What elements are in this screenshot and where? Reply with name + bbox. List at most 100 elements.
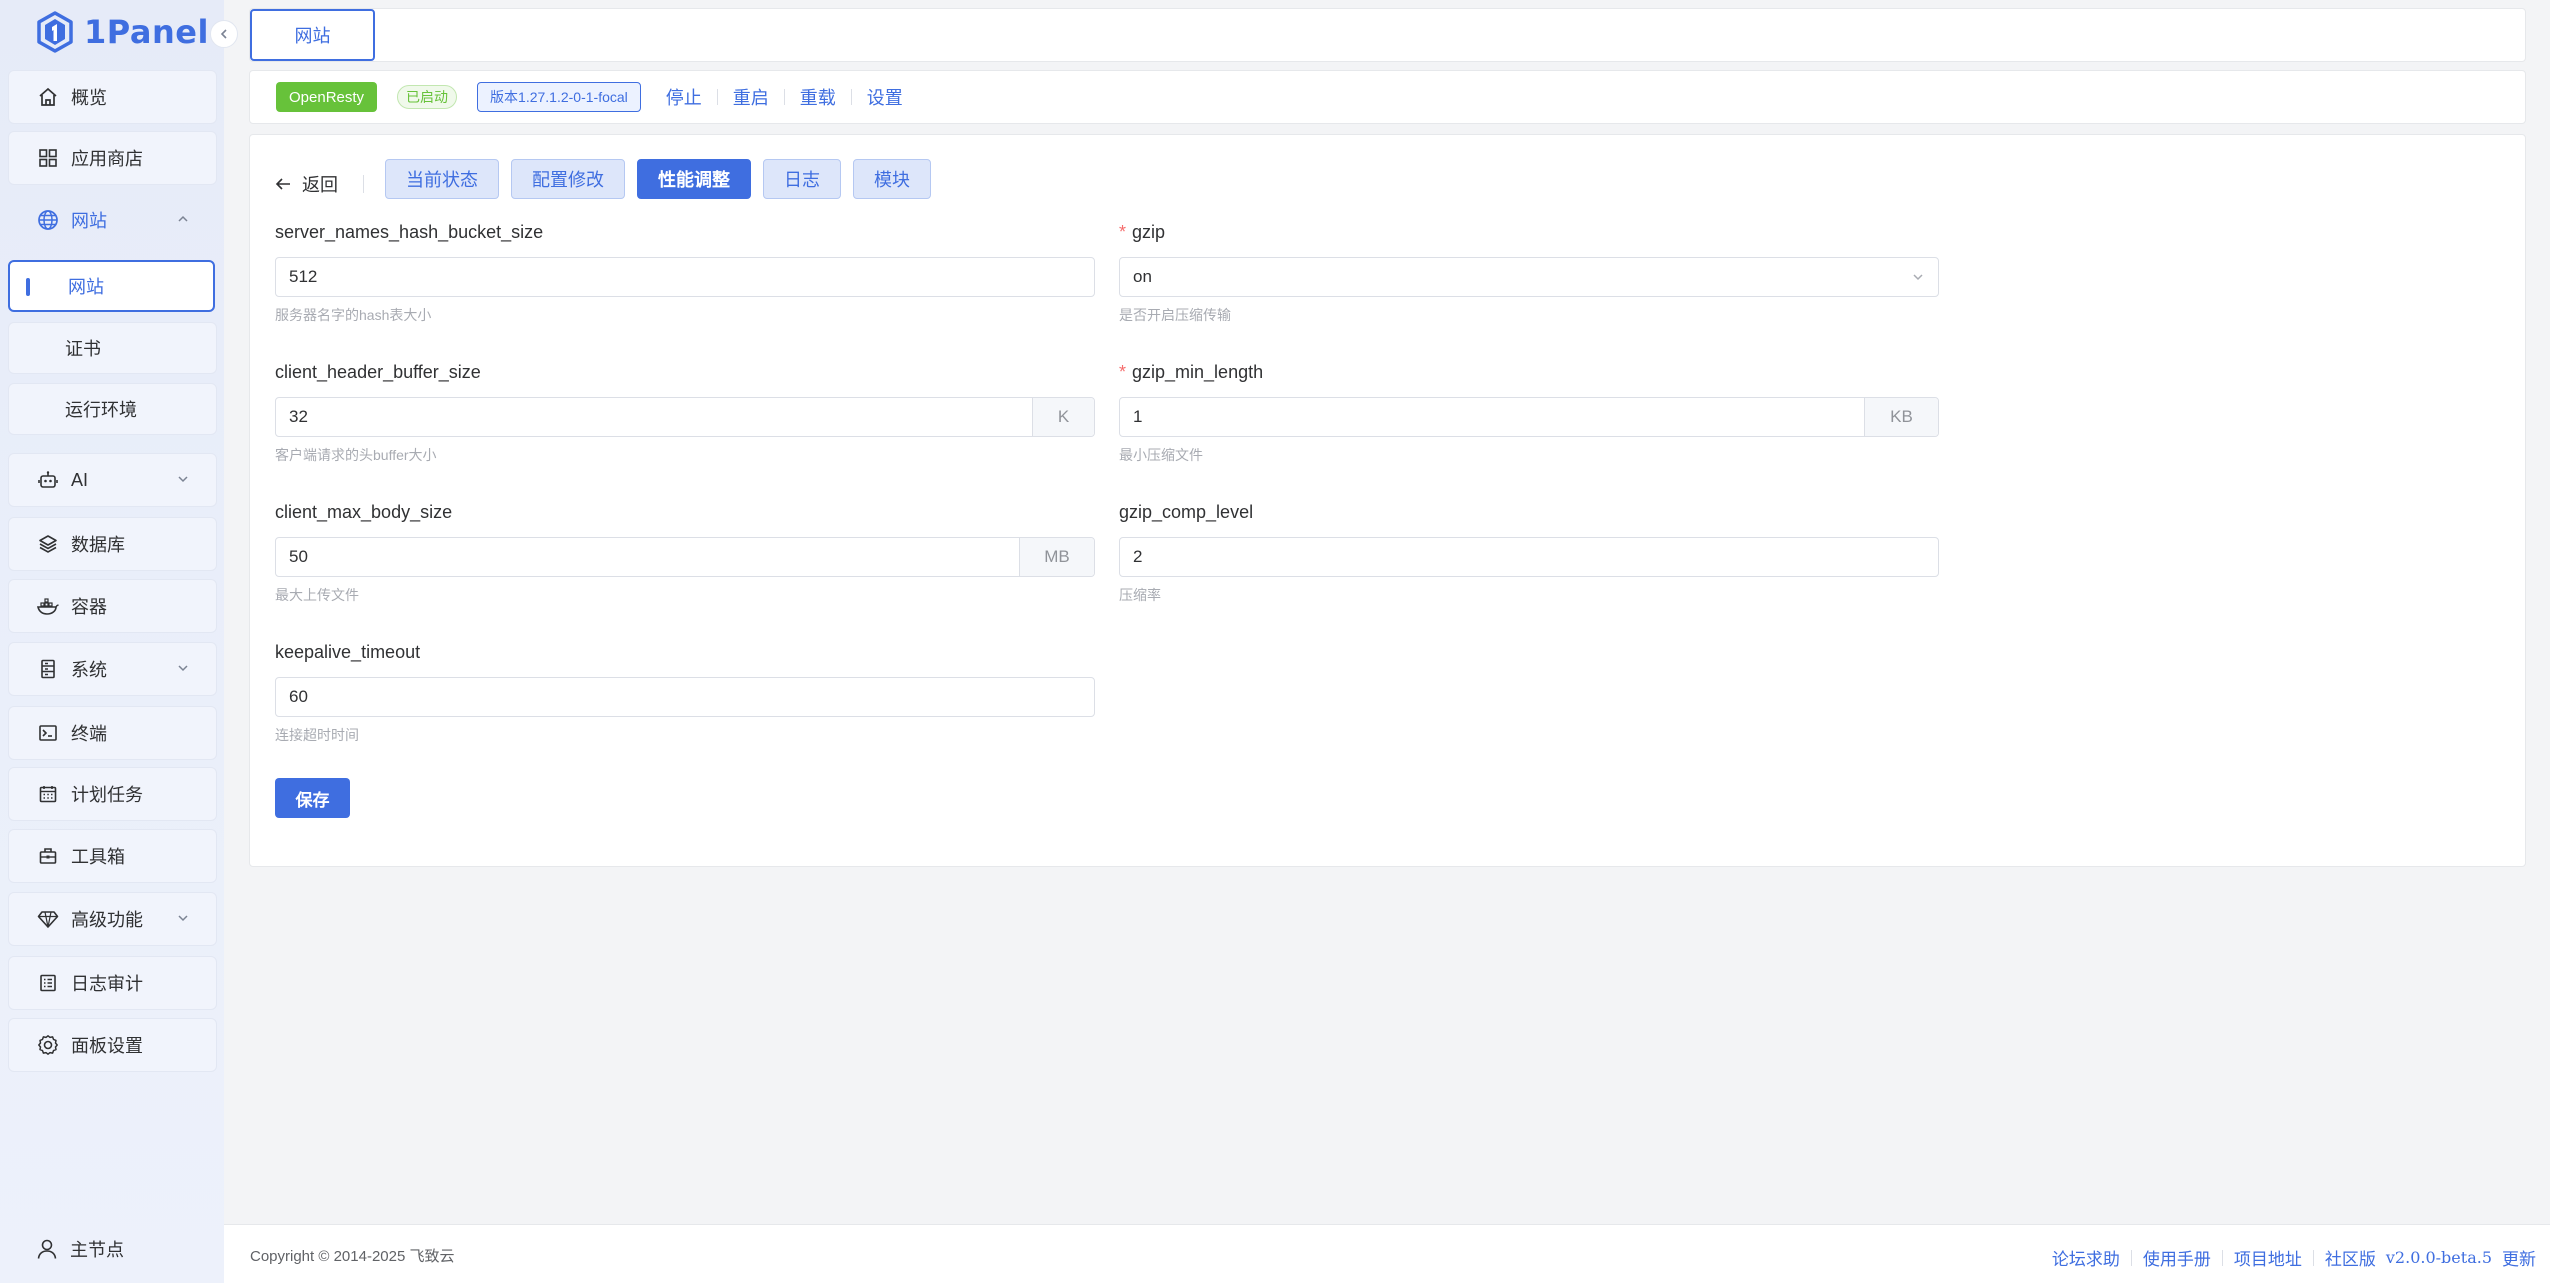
toolbox-icon (37, 845, 59, 867)
edition-link[interactable]: 社区版 (2325, 1245, 2376, 1270)
sidebar-item-label: 应用商店 (71, 149, 143, 169)
sidebar-item-label: 概览 (71, 88, 107, 108)
chevron-down-icon (178, 915, 188, 922)
sidebar-item-label: 运行环境 (65, 400, 137, 420)
sidebar-item-terminal[interactable]: 终端 (8, 706, 217, 760)
update-link[interactable]: 更新 (2502, 1245, 2536, 1270)
sidebar-item-website[interactable]: 网站 (8, 193, 217, 247)
app-status-bar: OpenResty 已启动 版本1.27.1.2-0-1-focal 停止 重启… (249, 70, 2526, 124)
sidebar-subitem-website[interactable]: 网站 (8, 260, 215, 312)
tab-config-edit[interactable]: 配置修改 (511, 159, 625, 199)
tab-website[interactable]: 网站 (250, 9, 375, 61)
logo[interactable]: 1Panel (36, 10, 209, 54)
reload-button[interactable]: 重载 (800, 84, 836, 110)
gzip-min-length-input[interactable] (1120, 398, 1864, 436)
divider (2221, 1249, 2223, 1266)
input-wrapper (275, 677, 1095, 717)
chevron-down-icon (178, 665, 188, 672)
divider (2312, 1249, 2314, 1266)
collapse-sidebar-button[interactable] (210, 20, 238, 48)
page-tab-bar: 网站 (249, 8, 2526, 62)
select-value: on (1133, 267, 1152, 286)
sidebar-item-cron[interactable]: 计划任务 (8, 767, 217, 821)
log-icon (37, 972, 59, 994)
sidebar-item-label: 网站 (68, 277, 104, 297)
field-help: 最大上传文件 (275, 587, 359, 603)
sidebar-item-audit-log[interactable]: 日志审计 (8, 956, 217, 1010)
field-label: gzip_comp_level (1119, 502, 1254, 522)
save-button[interactable]: 保存 (275, 778, 350, 818)
sidebar-item-label: 终端 (71, 724, 107, 744)
sidebar-item-toolbox[interactable]: 工具箱 (8, 829, 217, 883)
sidebar-item-database[interactable]: 数据库 (8, 517, 217, 571)
arrow-left-icon (275, 178, 290, 190)
config-tabs: 当前状态 配置修改 性能调整 日志 模块 (385, 159, 931, 199)
sidebar-subitem-runtime[interactable]: 运行环境 (8, 383, 217, 435)
sidebar-item-label: AI (71, 469, 89, 490)
sidebar-item-label: 高级功能 (71, 910, 143, 930)
field-client-header-buffer-size: client_header_buffer_size K 客户端请求的头buffe… (275, 361, 1095, 465)
divider (850, 89, 852, 105)
sidebar-item-system[interactable]: 系统 (8, 642, 217, 696)
client-max-body-size-input[interactable] (276, 538, 1019, 576)
sidebar-item-label: 系统 (71, 660, 107, 680)
keepalive-timeout-input[interactable] (276, 678, 1094, 716)
logo-text: 1Panel (84, 13, 209, 51)
unit-suffix: K (1032, 398, 1094, 436)
field-label-row: * gzip_min_length (1119, 361, 1939, 383)
back-button[interactable]: 返回 (274, 165, 338, 203)
input-wrapper: MB (275, 537, 1095, 577)
project-link[interactable]: 项目地址 (2234, 1245, 2302, 1270)
sidebar-item-overview[interactable]: 概览 (8, 70, 217, 124)
tab-modules[interactable]: 模块 (853, 159, 931, 199)
stop-button[interactable]: 停止 (666, 84, 702, 110)
gzip-select[interactable]: on (1119, 257, 1939, 297)
field-client-max-body-size: client_max_body_size MB 最大上传文件 (275, 501, 1095, 605)
input-wrapper: KB (1119, 397, 1939, 437)
field-server-names-hash-bucket-size: server_names_hash_bucket_size 服务器名字的hash… (275, 221, 1095, 325)
home-icon (37, 86, 59, 108)
unit-suffix: MB (1019, 538, 1094, 576)
field-label-row: * gzip (1119, 221, 1939, 243)
sidebar-item-app-store[interactable]: 应用商店 (8, 131, 217, 185)
tab-logs[interactable]: 日志 (763, 159, 841, 199)
back-label: 返回 (302, 175, 338, 195)
tab-performance[interactable]: 性能调整 (637, 159, 751, 199)
globe-icon (37, 209, 59, 231)
forum-link[interactable]: 论坛求助 (2052, 1245, 2120, 1270)
logo-icon (37, 11, 73, 53)
footer: Copyright © 2014-2025 飞致云 论坛求助 使用手册 项目地址… (224, 1224, 2550, 1283)
sidebar-item-label: 面板设置 (71, 1036, 143, 1056)
field-label: keepalive_timeout (275, 642, 421, 662)
manual-link[interactable]: 使用手册 (2143, 1245, 2211, 1270)
divider (716, 89, 718, 105)
client-header-buffer-size-input[interactable] (276, 398, 1032, 436)
performance-panel: 返回 当前状态 配置修改 性能调整 日志 模块 server_names_has… (249, 134, 2526, 867)
restart-button[interactable]: 重启 (733, 84, 769, 110)
sidebar-item-container[interactable]: 容器 (8, 579, 217, 633)
gzip-comp-level-input[interactable] (1120, 538, 1938, 576)
sidebar-item-panel-settings[interactable]: 面板设置 (8, 1018, 217, 1072)
input-wrapper (1119, 537, 1939, 577)
field-gzip: * gzip on 是否开启压缩传输 (1119, 221, 1939, 325)
active-indicator (26, 278, 30, 296)
tab-current-status[interactable]: 当前状态 (385, 159, 499, 199)
chevron-down-icon (1898, 258, 1938, 296)
input-wrapper: K (275, 397, 1095, 437)
diamond-icon (37, 908, 59, 930)
sidebar-subitem-certificate[interactable]: 证书 (8, 322, 217, 374)
settings-button[interactable]: 设置 (867, 84, 903, 110)
sidebar-item-advanced[interactable]: 高级功能 (8, 892, 217, 946)
docker-icon (37, 595, 59, 617)
node-selector[interactable]: 主节点 (36, 1236, 124, 1262)
terminal-icon (37, 722, 59, 744)
version-badge: 版本1.27.1.2-0-1-focal (477, 82, 641, 112)
footer-links: 论坛求助 使用手册 项目地址 社区版 v2.0.0-beta.5 更新 (2052, 1245, 2536, 1270)
sidebar-item-label: 网站 (71, 211, 107, 231)
required-mark: * (1119, 362, 1127, 382)
version-text: v2.0.0-beta.5 (2385, 1248, 2492, 1267)
sidebar-item-ai[interactable]: AI (8, 453, 217, 507)
divider (363, 175, 364, 193)
server-names-hash-bucket-size-input[interactable] (276, 258, 1094, 296)
node-label: 主节点 (70, 1240, 124, 1260)
